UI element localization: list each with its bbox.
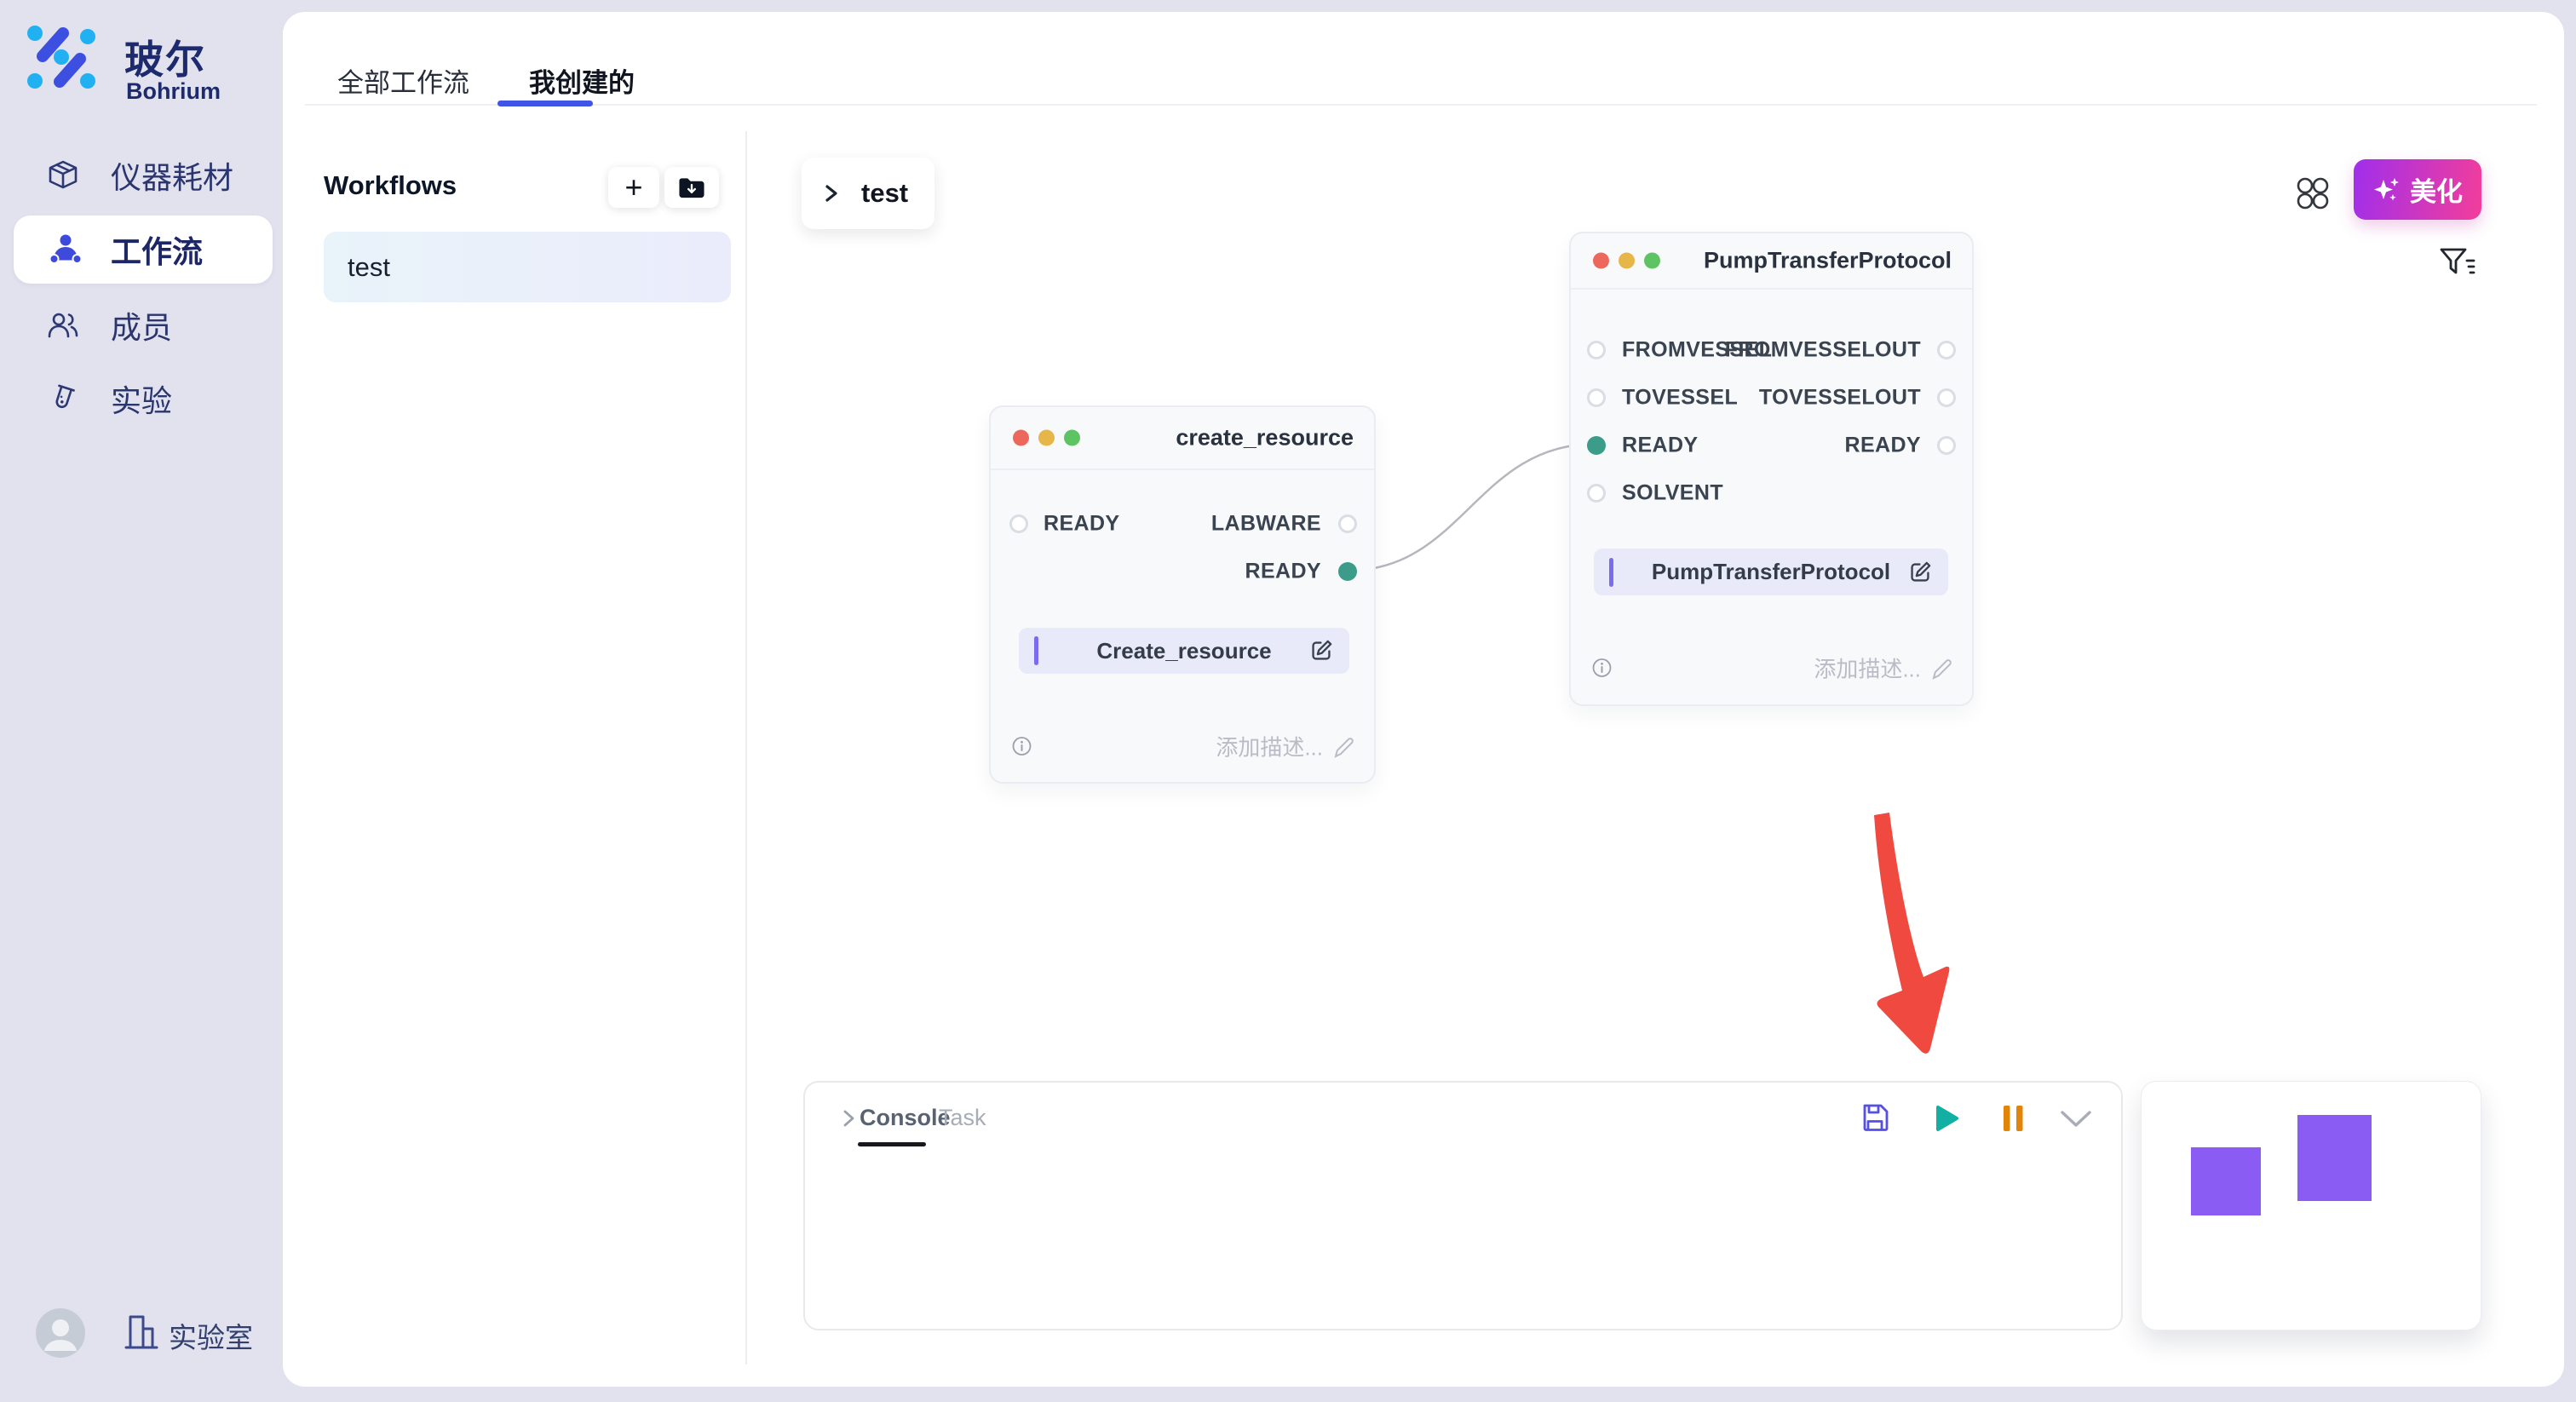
pause-icon[interactable] [2001, 1101, 2027, 1135]
save-icon[interactable] [1859, 1101, 1891, 1134]
experiment-icon [46, 382, 80, 416]
tab-console[interactable]: Console [860, 1105, 951, 1131]
lab-label[interactable]: 实验室 [169, 1315, 253, 1356]
minimap-node-create-resource [2191, 1147, 2261, 1215]
sidebar-item-label: 工作流 [111, 227, 203, 272]
minimap-panel[interactable] [2141, 1081, 2481, 1330]
workflow-icon [48, 233, 83, 267]
sidebar-item-experiments[interactable]: 实验 [0, 365, 283, 433]
members-icon [46, 308, 80, 342]
sidebar-item-workflow-content[interactable]: 工作流 [0, 215, 283, 284]
bohrium-logo-icon [26, 22, 97, 96]
sidebar-item-instruments[interactable]: 仪器耗材 [0, 141, 283, 210]
chevron-down-icon[interactable] [2057, 1108, 2095, 1130]
console-panel: Console Task [803, 1081, 2123, 1330]
minimap-node-pump-transfer [2297, 1115, 2372, 1201]
app-subtitle: Bohrium [126, 78, 221, 105]
building-icon [123, 1310, 160, 1353]
sidebar-item-members[interactable]: 成员 [0, 291, 283, 359]
collapse-chevron-icon[interactable] [839, 1106, 860, 1135]
box-icon [46, 158, 80, 192]
console-tab-underline [858, 1142, 926, 1146]
avatar[interactable] [36, 1308, 85, 1358]
sidebar: 玻尔 Bohrium 仪器耗材 [0, 0, 283, 1402]
sidebar-item-label: 仪器耗材 [111, 153, 233, 198]
app-root: 全部工作流 我创建的 Workflows + test test [0, 0, 2576, 1402]
tab-task[interactable]: Task [939, 1105, 986, 1131]
sidebar-item-label: 成员 [111, 303, 172, 348]
sidebar-item-label: 实验 [111, 376, 172, 421]
app-title: 玻尔 [124, 29, 206, 85]
play-icon[interactable] [1929, 1101, 1963, 1135]
